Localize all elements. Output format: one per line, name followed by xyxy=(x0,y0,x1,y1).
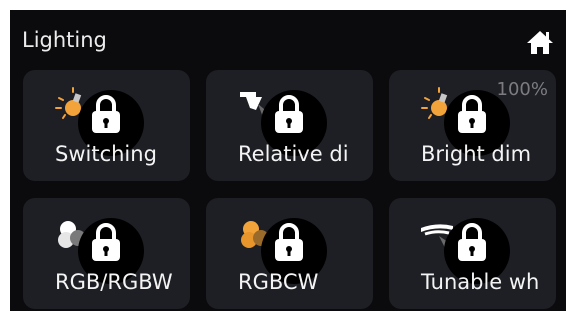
lock-icon xyxy=(92,223,120,261)
tile-label: Switching xyxy=(55,142,157,166)
tile-rgb-rgbw[interactable]: RGB/RGBW xyxy=(23,198,190,309)
tile-label: Tunable wh xyxy=(421,270,540,294)
tile-label: Bright dim xyxy=(421,142,532,166)
lock-icon xyxy=(275,223,303,261)
lock-icon xyxy=(275,95,303,133)
tile-label: Relative di xyxy=(238,142,349,166)
lock-icon xyxy=(458,95,486,133)
lock-icon xyxy=(92,95,120,133)
lock-icon xyxy=(458,223,486,261)
tile-label: RGB/RGBW xyxy=(55,270,173,294)
lighting-screen: Lighting Switching Relative di 100% Brig… xyxy=(10,10,566,311)
page-title: Lighting xyxy=(22,28,107,52)
tile-label: RGBCW xyxy=(238,270,319,294)
brightness-level: 100% xyxy=(496,79,548,100)
tile-relative-dim[interactable]: Relative di xyxy=(206,70,373,181)
tile-rgbcw[interactable]: RGBCW xyxy=(206,198,373,309)
home-icon[interactable] xyxy=(526,28,554,56)
tile-bright-dim[interactable]: 100% Bright dim xyxy=(389,70,556,181)
tile-switching[interactable]: Switching xyxy=(23,70,190,181)
tile-tunable-white[interactable]: Tunable wh xyxy=(389,198,556,309)
